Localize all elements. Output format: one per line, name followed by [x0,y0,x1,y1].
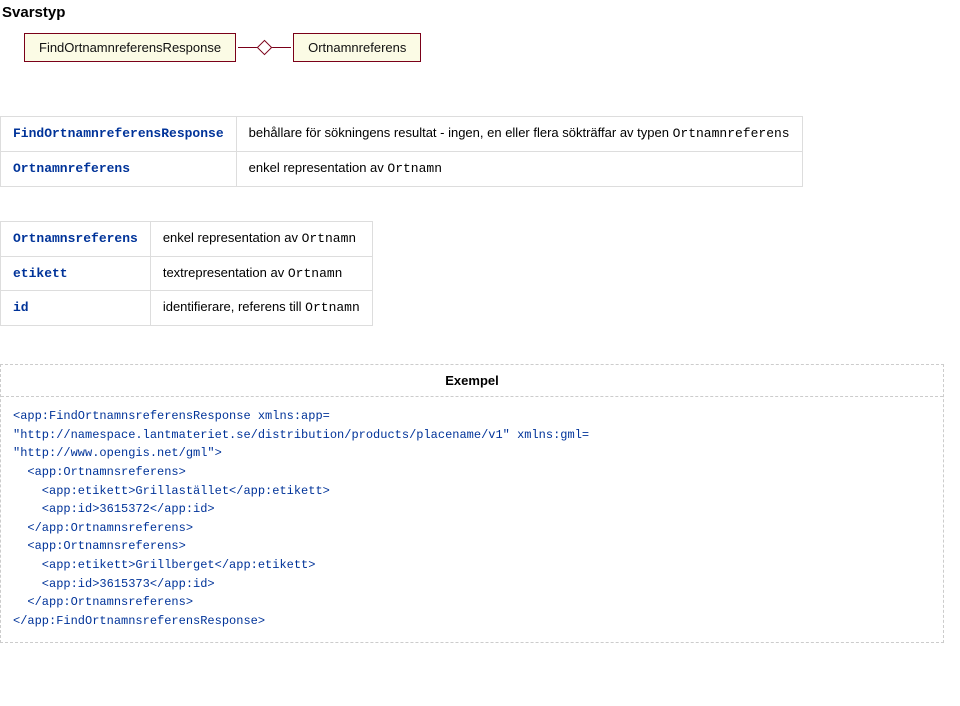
description-table-2: Ortnamnsreferens enkel representation av… [0,221,373,327]
table-row: Ortnamnsreferens enkel representation av… [1,221,373,256]
table-row: Ortnamnreferens enkel representation av … [1,151,803,186]
term: etikett [13,266,68,281]
section-heading: Svarstyp [2,4,960,21]
description-table-1: FindOrtnamnreferensResponse behållare fö… [0,116,803,187]
example-box: Exempel <app:FindOrtnamnsreferensRespons… [0,364,944,643]
table-row: FindOrtnamnreferensResponse behållare fö… [1,117,803,152]
uml-aggregation-connector [238,42,291,53]
example-code: <app:FindOrtnamnsreferensResponse xmlns:… [1,397,943,642]
uml-class-box: FindOrtnamnreferensResponse [24,33,236,62]
diamond-icon [257,40,273,56]
description: textrepresentation av Ortnamn [150,256,372,291]
term: id [13,300,29,315]
description: behållare för sökningens resultat - inge… [236,117,802,152]
example-title: Exempel [1,365,943,397]
description: enkel representation av Ortnamn [150,221,372,256]
description: identifierare, referens till Ortnamn [150,291,372,326]
term: Ortnamnreferens [13,161,130,176]
table-row: etikett textrepresentation av Ortnamn [1,256,373,291]
table-row: id identifierare, referens till Ortnamn [1,291,373,326]
description: enkel representation av Ortnamn [236,151,802,186]
uml-class-box: Ortnamnreferens [293,33,421,62]
term: Ortnamnsreferens [13,231,138,246]
term: FindOrtnamnreferensResponse [13,126,224,141]
uml-diagram: FindOrtnamnreferensResponse Ortnamnrefer… [0,27,960,66]
